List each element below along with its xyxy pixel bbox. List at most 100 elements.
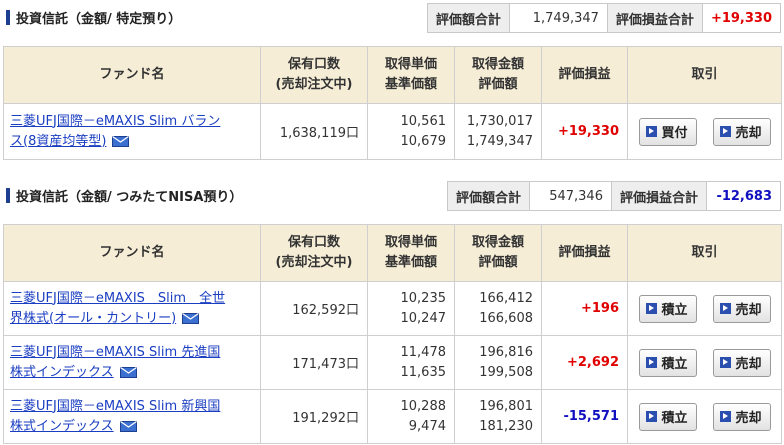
sell-button[interactable]: 売却: [712, 294, 771, 323]
col-units: 保有口数 (売却注文中): [260, 224, 368, 282]
fund-cell: 三菱UFJ国際－eMAXIS Slim バラン ス(8資産均等型): [3, 103, 261, 160]
trade-cell: 買付 売却: [627, 103, 782, 160]
fund-cell: 三菱UFJ国際－eMAXIS Slim 全世 界株式(オール・カントリー): [3, 281, 261, 336]
acq-price: 11,478: [400, 344, 447, 360]
eval-amount: 199,508: [479, 364, 533, 380]
price-cell: 10,235 10,247: [367, 281, 455, 336]
base-price: 10,247: [400, 310, 447, 326]
fund-cell: 三菱UFJ国際－eMAXIS Slim 先進国 株式インデックス: [3, 335, 261, 390]
units-cell: 1,638,119口: [260, 103, 368, 160]
holdings-table-tokutei: ファンド名 保有口数 (売却注文中) 取得単価 基準価額 取得金額 評価額 評価損益 …: [3, 46, 782, 160]
col-units-1: 保有口数: [287, 57, 340, 72]
tsumitate-button[interactable]: 積立: [638, 294, 697, 323]
section-1-header: 投資信託（金額/ 特定預り） 評価額合計 1,749,347 評価損益合計 +1…: [0, 2, 784, 33]
total-label: 評価額合計: [446, 181, 530, 211]
section-title-text: 投資信託（金額/ つみたてNISA預り）: [16, 190, 243, 205]
trade-cell: 積立 売却: [627, 281, 782, 336]
summary-table: 評価額合計 547,346 評価損益合計 -12,683: [446, 181, 781, 211]
play-arrow-icon: [719, 126, 731, 137]
section-bar: [6, 188, 10, 203]
pl-total-label: 評価損益合計: [610, 181, 708, 211]
acq-price: 10,288: [400, 398, 447, 414]
pl-cell: +196: [541, 281, 628, 336]
col-price: 取得単価 基準価額: [367, 46, 455, 104]
acq-amount: 196,816: [479, 344, 533, 360]
pl-total-label: 評価損益合計: [606, 3, 703, 33]
col-trade: 取引: [627, 224, 782, 282]
sell-button[interactable]: 売却: [712, 348, 771, 377]
price-cell: 11,478 11,635: [367, 335, 455, 390]
units-cell: 171,473口: [260, 335, 368, 390]
play-arrow-icon: [645, 126, 657, 137]
section-title: 投資信託（金額/ つみたてNISA預り）: [6, 186, 242, 205]
col-price-2: 基準価額: [384, 77, 437, 92]
acq-price: 10,561: [400, 113, 447, 129]
col-fund: ファンド名: [3, 46, 261, 104]
play-arrow-icon: [719, 303, 731, 314]
table-header-row: ファンド名 保有口数 (売却注文中) 取得単価 基準価額 取得金額 評価額 評価損益 …: [3, 224, 782, 282]
col-price-1: 取得単価: [384, 57, 437, 72]
fund-link[interactable]: 三菱UFJ国際－eMAXIS Slim 新興国 株式インデックス: [10, 399, 220, 434]
pl-cell: -15,571: [541, 389, 628, 444]
fund-link[interactable]: 三菱UFJ国際－eMAXIS Slim 先進国 株式インデックス: [10, 345, 220, 380]
play-arrow-icon: [645, 411, 657, 422]
trade-cell: 積立 売却: [627, 335, 782, 390]
total-value: 1,749,347: [508, 3, 608, 33]
table-row: 三菱UFJ国際－eMAXIS Slim 全世 界株式(オール・カントリー) 162…: [3, 281, 782, 336]
eval-amount: 166,608: [479, 310, 533, 326]
pl-total-value: -12,683: [706, 181, 781, 211]
play-arrow-icon: [645, 303, 657, 314]
price-cell: 10,561 10,679: [367, 103, 455, 160]
col-pl: 評価損益: [541, 224, 628, 282]
col-amount-1: 取得金額: [471, 57, 524, 72]
mail-icon[interactable]: [112, 135, 130, 147]
section-2-header: 投資信託（金額/ つみたてNISA預り） 評価額合計 547,346 評価損益合…: [0, 180, 784, 211]
buy-button[interactable]: 買付: [638, 117, 697, 146]
mail-icon[interactable]: [119, 366, 137, 378]
col-units: 保有口数 (売却注文中): [260, 46, 368, 104]
eval-amount: 181,230: [479, 418, 533, 434]
units-cell: 191,292口: [260, 389, 368, 444]
section-title-text: 投資信託（金額/ 特定預り）: [16, 12, 182, 27]
table-row: 三菱UFJ国際－eMAXIS Slim 先進国 株式インデックス 171,473口…: [3, 335, 782, 390]
col-price: 取得単価 基準価額: [367, 224, 455, 282]
acq-amount: 196,801: [479, 398, 533, 414]
col-units-2: (売却注文中): [275, 77, 353, 92]
amount-cell: 196,816 199,508: [454, 335, 542, 390]
col-fund: ファンド名: [3, 224, 261, 282]
units-cell: 162,592口: [260, 281, 368, 336]
acq-amount: 1,730,017: [466, 113, 533, 129]
mail-icon[interactable]: [119, 420, 137, 432]
base-price: 11,635: [400, 364, 447, 380]
base-price: 9,474: [408, 418, 446, 434]
fund-cell: 三菱UFJ国際－eMAXIS Slim 新興国 株式インデックス: [3, 389, 261, 444]
acq-price: 10,235: [400, 290, 447, 306]
col-pl: 評価損益: [541, 46, 628, 104]
table-row: 三菱UFJ国際－eMAXIS Slim 新興国 株式インデックス 191,292口…: [3, 389, 782, 444]
total-value: 547,346: [528, 181, 612, 211]
section-title: 投資信託（金額/ 特定預り）: [6, 8, 181, 27]
play-arrow-icon: [719, 357, 731, 368]
table-header-row: ファンド名 保有口数 (売却注文中) 取得単価 基準価額 取得金額 評価額 評価損益 …: [3, 46, 782, 104]
col-units-2: (売却注文中): [275, 255, 353, 270]
play-arrow-icon: [645, 357, 657, 368]
sell-button[interactable]: 売却: [712, 117, 771, 146]
summary-table: 評価額合計 1,749,347 評価損益合計 +19,330: [426, 3, 782, 33]
sell-button[interactable]: 売却: [712, 402, 771, 431]
table-row: 三菱UFJ国際－eMAXIS Slim バラン ス(8資産均等型) 1,638,1…: [3, 103, 782, 160]
amount-cell: 1,730,017 1,749,347: [454, 103, 542, 160]
mail-icon[interactable]: [182, 312, 200, 324]
pl-cell: +2,692: [541, 335, 628, 390]
amount-cell: 196,801 181,230: [454, 389, 542, 444]
col-amount-2: 評価額: [478, 77, 518, 92]
trade-cell: 積立 売却: [627, 389, 782, 444]
col-amount: 取得金額 評価額: [454, 224, 542, 282]
eval-amount: 1,749,347: [466, 133, 533, 149]
holdings-table-nisa: ファンド名 保有口数 (売却注文中) 取得単価 基準価額 取得金額 評価額 評価損益 …: [3, 224, 782, 444]
tsumitate-button[interactable]: 積立: [638, 348, 697, 377]
tsumitate-button[interactable]: 積立: [638, 402, 697, 431]
col-price-2: 基準価額: [384, 255, 437, 270]
col-units-1: 保有口数: [287, 235, 340, 250]
col-amount: 取得金額 評価額: [454, 46, 542, 104]
play-arrow-icon: [719, 411, 731, 422]
